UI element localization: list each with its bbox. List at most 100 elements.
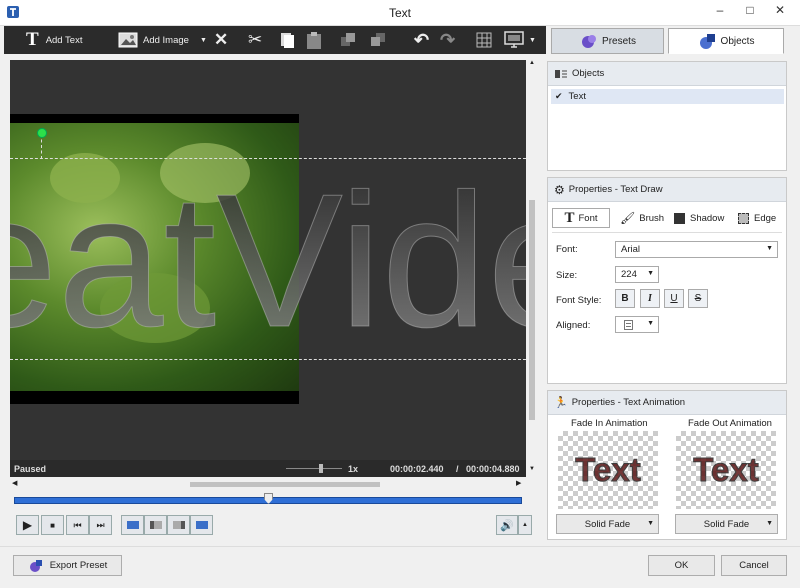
scroll-up-icon[interactable]: ▲ xyxy=(527,60,537,66)
text-animation-panel: 🏃 Properties - Text Animation Fade In An… xyxy=(547,390,787,540)
volume-button[interactable]: 🔊 xyxy=(496,515,518,535)
undo-icon[interactable]: ↶ xyxy=(414,26,429,54)
grid-icon[interactable] xyxy=(476,32,492,48)
list-item[interactable]: ✔ Text xyxy=(551,89,784,104)
total-time: 00:00:04.880 xyxy=(466,464,520,474)
export-preset-button[interactable]: Export Preset xyxy=(13,555,122,576)
vertical-scrollbar[interactable]: ▲ ▼ xyxy=(527,60,537,477)
fade-out-preview[interactable]: Text xyxy=(676,431,776,509)
mark-out-icon xyxy=(195,521,208,529)
text-draw-title: Properties - Text Draw xyxy=(568,184,663,195)
next-frame-button[interactable]: ⏭ xyxy=(89,515,112,535)
tab-objects-label: Objects xyxy=(720,35,755,47)
tab-shadow[interactable]: Shadow xyxy=(674,208,724,228)
play-button[interactable]: ▶ xyxy=(16,515,39,535)
send-backward-icon[interactable] xyxy=(370,32,386,48)
add-text-button[interactable]: T Add Text xyxy=(26,26,82,54)
speed-slider-thumb[interactable] xyxy=(319,464,323,473)
canvas-text: eatVide xyxy=(10,158,526,358)
copy-icon[interactable] xyxy=(278,31,296,49)
title-bar: Text – □ ✕ xyxy=(0,0,800,26)
horizontal-scrollbar[interactable]: ◀ ▶ xyxy=(10,479,526,489)
close-window-button[interactable]: ✕ xyxy=(764,0,796,22)
cancel-button[interactable]: Cancel xyxy=(721,555,787,576)
fade-out-dropdown-icon: ▼ xyxy=(766,520,773,527)
object-visible-checkbox[interactable]: ✔ xyxy=(555,91,563,102)
aligned-label: Aligned: xyxy=(556,320,591,331)
mark-end-button[interactable] xyxy=(167,515,190,535)
tab-font[interactable]: T Font xyxy=(552,208,610,228)
fade-in-value: Solid Fade xyxy=(584,518,631,530)
current-time: 00:00:02.440 xyxy=(390,464,444,474)
align-select[interactable]: ▼ xyxy=(615,316,659,333)
maximize-button[interactable]: □ xyxy=(736,0,764,22)
rotate-handle[interactable] xyxy=(37,128,47,138)
text-bound-bottom xyxy=(10,359,526,360)
mark-in-button[interactable] xyxy=(121,515,144,535)
ok-button[interactable]: OK xyxy=(648,555,715,576)
mark-start-button[interactable] xyxy=(144,515,167,535)
timeline-track[interactable] xyxy=(14,493,522,504)
tab-edge[interactable]: Edge xyxy=(738,208,776,228)
fade-out-value: Solid Fade xyxy=(703,518,750,530)
align-dropdown-icon: ▼ xyxy=(647,320,654,327)
export-preset-label: Export Preset xyxy=(49,560,108,571)
fade-in-preview-text: Text xyxy=(575,451,641,489)
timeline-playhead[interactable] xyxy=(264,493,273,504)
horizontal-scroll-thumb[interactable] xyxy=(190,482,380,487)
scroll-left-icon[interactable]: ◀ xyxy=(12,479,17,487)
font-label: Font: xyxy=(556,244,578,255)
brush-icon: 🖌 xyxy=(620,211,636,225)
canvas-text-object[interactable]: eatVide xyxy=(10,158,526,358)
size-dropdown-icon: ▼ xyxy=(647,270,654,277)
bring-forward-icon[interactable] xyxy=(340,32,356,48)
add-image-label: Add Image xyxy=(143,34,189,46)
objects-panel-header: Objects xyxy=(548,62,786,86)
running-figure-icon: 🏃 xyxy=(554,397,568,409)
minimize-button[interactable]: – xyxy=(706,0,734,22)
strikethrough-button[interactable]: S xyxy=(688,289,708,308)
speed-slider[interactable] xyxy=(286,468,342,469)
tab-brush[interactable]: 🖌 Brush xyxy=(620,208,664,228)
stop-button[interactable]: ■ xyxy=(41,515,64,535)
shadow-icon xyxy=(674,212,685,224)
redo-icon[interactable]: ↷ xyxy=(440,26,455,54)
add-image-button[interactable]: Add Image xyxy=(118,26,189,54)
cut-icon[interactable]: ✂ xyxy=(248,26,262,54)
delete-icon[interactable]: ✕ xyxy=(214,26,228,54)
tab-objects[interactable]: Objects xyxy=(668,28,784,54)
underline-button[interactable]: U xyxy=(664,289,684,308)
scroll-right-icon[interactable]: ▶ xyxy=(516,479,521,487)
window-title: Text xyxy=(388,6,411,20)
volume-dropdown-icon[interactable]: ▲ xyxy=(518,515,532,535)
bold-button[interactable]: B xyxy=(615,289,635,308)
fade-in-label: Fade In Animation xyxy=(571,418,648,429)
size-select[interactable]: 224 ▼ xyxy=(615,266,659,283)
fade-out-select[interactable]: Solid Fade ▼ xyxy=(675,514,778,534)
tab-presets[interactable]: Presets xyxy=(551,28,664,54)
mark-out-button[interactable] xyxy=(190,515,213,535)
fade-in-select[interactable]: Solid Fade ▼ xyxy=(556,514,659,534)
font-select[interactable]: Arial ▼ xyxy=(615,241,778,258)
fade-in-preview[interactable]: Text xyxy=(558,431,658,509)
mark-in-icon xyxy=(126,521,139,529)
status-bar: Paused 1x 00:00:02.440 / 00:00:04.880 xyxy=(10,460,526,477)
add-image-dropdown-icon[interactable]: ▼ xyxy=(200,26,207,54)
add-text-label: Add Text xyxy=(45,34,83,46)
monitor-dropdown-icon[interactable]: ▼ xyxy=(529,26,536,54)
fade-out-label: Fade Out Animation xyxy=(688,418,772,429)
image-icon xyxy=(118,32,138,48)
italic-button[interactable]: I xyxy=(640,289,660,308)
presets-icon xyxy=(582,35,597,48)
tab-font-label: Font xyxy=(578,212,598,224)
size-label: Size: xyxy=(556,270,578,281)
fade-in-dropdown-icon: ▼ xyxy=(647,520,654,527)
scroll-down-icon[interactable]: ▼ xyxy=(527,466,537,472)
paste-icon[interactable] xyxy=(304,30,324,50)
previous-frame-button[interactable]: ⏮ xyxy=(66,515,89,535)
mark-start-icon xyxy=(149,521,162,529)
speed-value: 1x xyxy=(348,464,359,474)
monitor-icon[interactable] xyxy=(504,31,524,49)
preview-canvas[interactable]: eatVide xyxy=(10,60,526,477)
vertical-scroll-thumb[interactable] xyxy=(529,200,535,420)
